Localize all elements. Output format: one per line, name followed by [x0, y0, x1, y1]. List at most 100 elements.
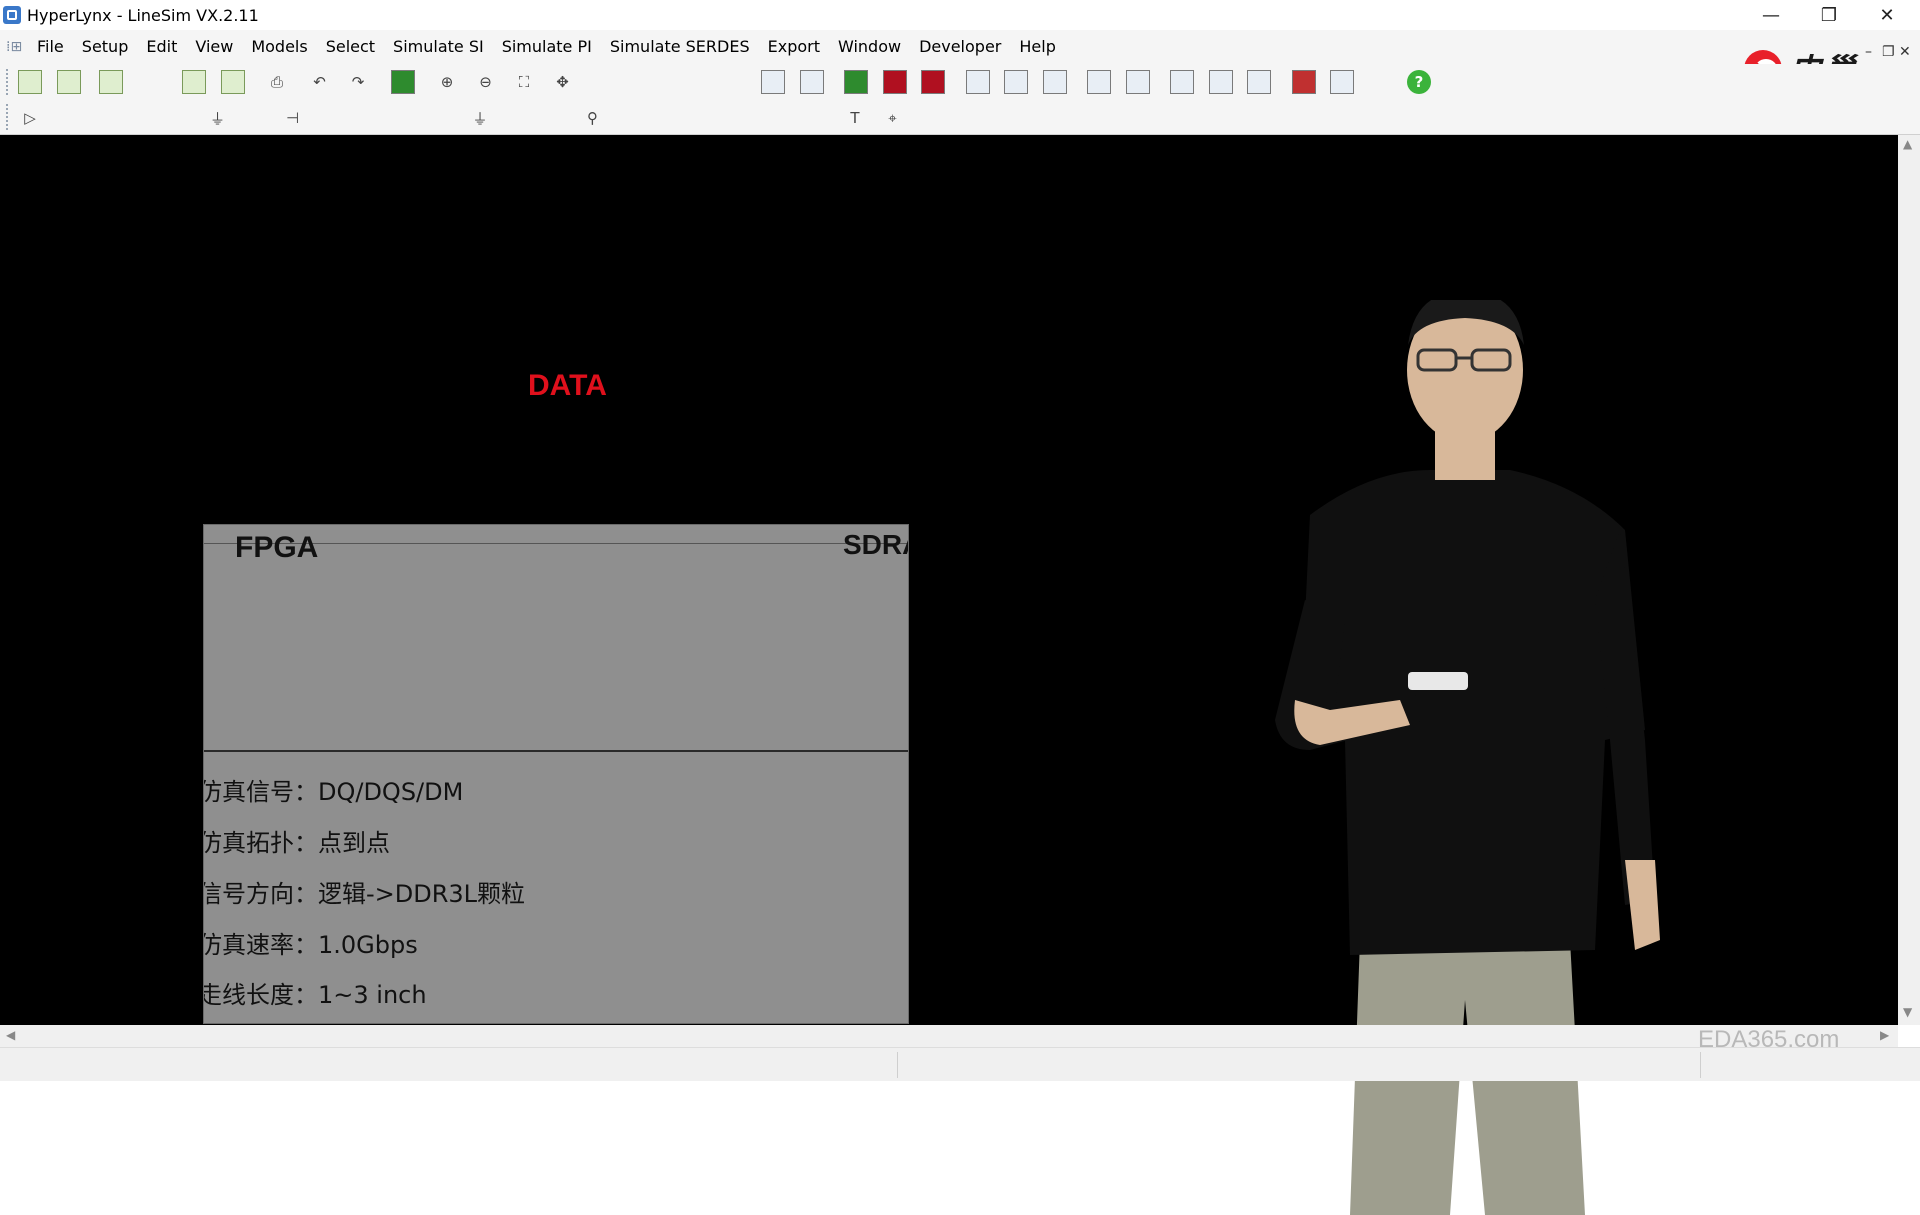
zoom-fit-icon[interactable]: ⛶ [512, 70, 536, 94]
probe-icon[interactable]: ⚲ [581, 106, 605, 130]
menu-simulate-si[interactable]: Simulate SI [384, 33, 493, 61]
color-map-icon[interactable] [1291, 70, 1316, 94]
restore-button[interactable]: ❐ [1800, 0, 1858, 30]
menu-view[interactable]: View [186, 33, 242, 61]
ic-icon[interactable] [93, 106, 117, 130]
sweep-icon[interactable] [921, 70, 945, 94]
via-icon[interactable] [431, 106, 455, 130]
graph-icon[interactable] [1170, 70, 1194, 94]
grid-scope-icon[interactable] [844, 70, 868, 94]
menu-export[interactable]: Export [759, 33, 829, 61]
mdi-restore-button[interactable]: ❐ [1882, 44, 1895, 60]
status-separator [1700, 1052, 1701, 1078]
menu-models[interactable]: Models [242, 33, 316, 61]
window-title: HyperLynx - LineSim VX.2.11 [27, 5, 259, 25]
close-button[interactable]: ✕ [1858, 0, 1916, 30]
open-design-icon[interactable] [99, 70, 123, 94]
presentation-slide: FPGA SDRA 仿真信号：DQ/DQS/DM 仿真拓扑：点到点 信号方向：逻… [203, 524, 909, 1024]
sdram-label: SDRA [843, 529, 908, 560]
bus-icon[interactable] [731, 106, 755, 130]
stackup-icon[interactable] [595, 70, 619, 94]
copy-layout-icon[interactable] [182, 70, 206, 94]
link-icon[interactable] [918, 106, 942, 130]
eye-diagram-icon[interactable] [799, 70, 824, 94]
main-toolbar: ⎙ ↶ ↷ ⊕ ⊖ ⛶ ✥? [0, 64, 1920, 100]
capacitor-icon[interactable]: ⊣ [281, 106, 305, 130]
brush-icon[interactable] [1369, 70, 1393, 94]
zoom-out-icon[interactable]: ⊖ [474, 70, 498, 94]
oscilloscope-icon[interactable] [761, 70, 785, 94]
port-icon[interactable] [618, 106, 642, 130]
connector-icon[interactable] [656, 106, 680, 130]
waveform-b-icon[interactable] [1004, 70, 1028, 94]
crosshair-icon[interactable]: ⌖ [881, 106, 905, 130]
waveform-c-icon[interactable] [1042, 70, 1067, 94]
menu-edit[interactable]: Edit [137, 33, 186, 61]
horizontal-scrollbar[interactable]: ◀ ▶ [0, 1025, 1898, 1047]
zoom-in-icon[interactable]: ⊕ [435, 70, 459, 94]
menu-developer[interactable]: Developer [910, 33, 1010, 61]
report-icon[interactable] [1125, 70, 1150, 94]
resistor-icon[interactable]: ⏚ [206, 106, 230, 130]
title-bar: HyperLynx - LineSim VX.2.11 — ❐ ✕ [0, 0, 1920, 30]
sparam-icon[interactable] [1208, 70, 1233, 94]
print-icon[interactable]: ⎙ [265, 70, 289, 94]
ground-icon[interactable]: ⏚ [468, 106, 492, 130]
redo-icon[interactable]: ↷ [346, 70, 370, 94]
menu-select[interactable]: Select [317, 33, 384, 61]
termination-icon[interactable] [806, 106, 830, 130]
noise-icon[interactable] [1330, 70, 1354, 94]
spec-signal: 仿真信号：DQ/DQS/DM [203, 778, 464, 806]
driver-icon[interactable] [56, 106, 80, 130]
transmission-line-icon[interactable] [356, 106, 380, 130]
ferrite-icon[interactable] [693, 106, 717, 130]
net-icon[interactable] [634, 70, 658, 94]
open-icon[interactable] [56, 70, 81, 94]
undo-icon[interactable]: ↶ [308, 70, 332, 94]
save-icon[interactable] [220, 70, 245, 94]
data-signal-label: DATA [528, 369, 607, 402]
play-icon[interactable]: ▷ [18, 106, 42, 130]
mdi-close-button[interactable]: ✕ [1899, 44, 1911, 60]
help-icon[interactable]: ? [1407, 70, 1431, 94]
print-preview-icon[interactable] [138, 70, 162, 94]
text-icon[interactable]: T [843, 106, 867, 130]
app-icon [3, 6, 21, 24]
wand-icon[interactable] [717, 70, 741, 94]
power-icon[interactable] [506, 106, 530, 130]
menu-setup[interactable]: Setup [73, 33, 138, 61]
menu-help[interactable]: Help [1010, 33, 1064, 61]
cap-ground-icon[interactable] [318, 106, 342, 130]
status-bar [0, 1047, 1920, 1081]
mdi-minimize-button[interactable]: – [1865, 44, 1872, 60]
minimize-button[interactable]: — [1742, 0, 1800, 30]
waveform-a-icon[interactable] [965, 70, 990, 94]
scroll-down-icon[interactable]: ▼ [1903, 1005, 1912, 1019]
scroll-up-icon[interactable]: ▲ [1903, 137, 1912, 151]
bar-chart-icon[interactable] [1087, 70, 1111, 94]
menu-simulate-serdes[interactable]: Simulate SERDES [601, 33, 759, 61]
spectrum-icon[interactable] [882, 70, 907, 94]
coupled-line-icon[interactable] [393, 106, 417, 130]
menu-window[interactable]: Window [829, 33, 910, 61]
vertical-scrollbar[interactable]: ▲ ▼ [1898, 135, 1920, 1025]
gate-icon[interactable] [131, 106, 155, 130]
menu-bar: ⁞⊞ File Setup Edit View Models Select Si… [0, 30, 1920, 64]
board-view-icon[interactable] [390, 70, 415, 94]
new-schematic-icon[interactable] [18, 70, 42, 94]
source-icon[interactable] [168, 106, 192, 130]
schematic-canvas[interactable]: FPGA SDRA 仿真信号：DQ/DQS/DM 仿真拓扑：点到点 信号方向：逻… [0, 135, 1898, 1215]
menu-file[interactable]: File [28, 33, 73, 61]
pan-icon[interactable]: ✥ [551, 70, 575, 94]
spec-rate: 仿真速率：1.0Gbps [203, 931, 418, 959]
menu-simulate-pi[interactable]: Simulate PI [493, 33, 601, 61]
tool-icon[interactable] [956, 106, 980, 130]
inductor-icon[interactable] [243, 106, 267, 130]
filter-icon[interactable] [1247, 70, 1271, 94]
toolbar-grip [6, 104, 12, 130]
scroll-right-icon[interactable]: ▶ [1880, 1028, 1889, 1042]
page-icon[interactable] [672, 70, 696, 94]
scroll-left-icon[interactable]: ◀ [6, 1028, 15, 1042]
cable-icon[interactable] [543, 106, 567, 130]
splitter-icon[interactable] [768, 106, 792, 130]
